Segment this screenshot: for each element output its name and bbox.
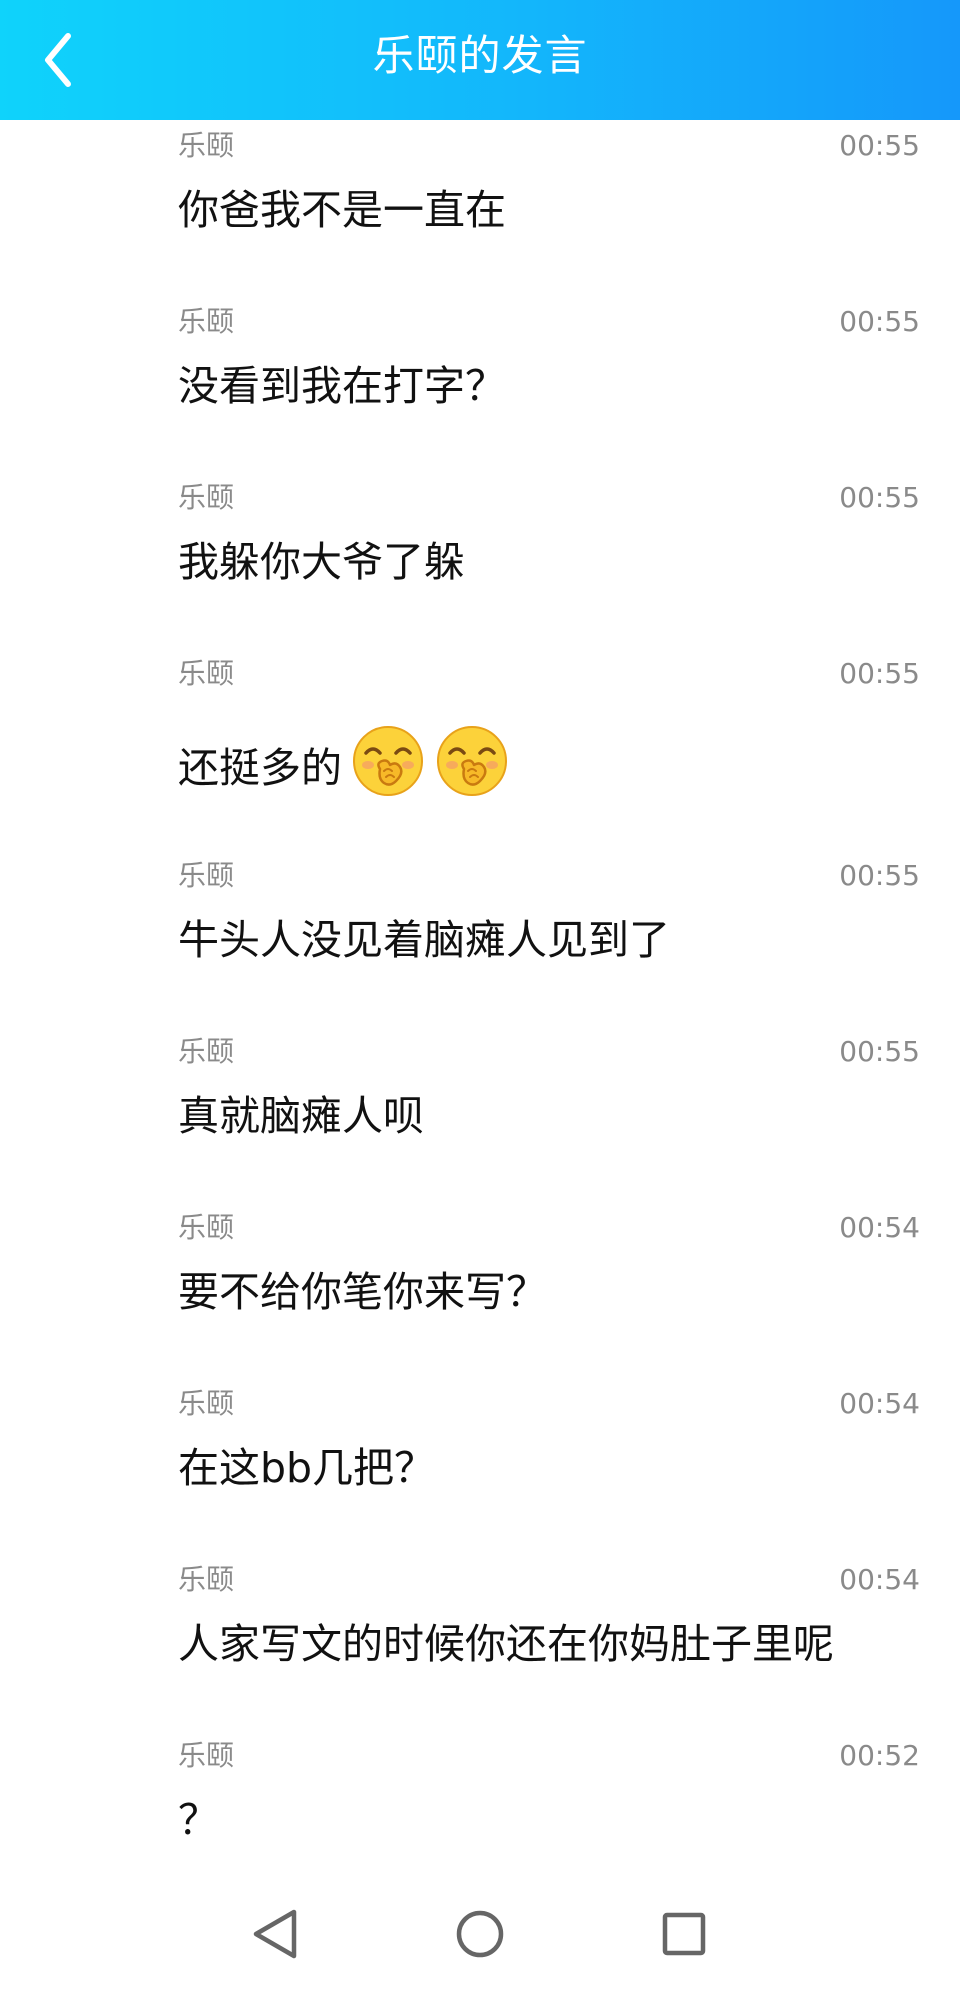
message-text: 没看到我在打字？ bbox=[178, 362, 506, 410]
message-time: 00:54 bbox=[839, 1563, 920, 1596]
message-author: 乐颐 bbox=[178, 859, 235, 892]
message-text: 要不给你笔你来写？ bbox=[178, 1268, 547, 1316]
message-author: 乐颐 bbox=[178, 481, 235, 514]
message-author: 乐颐 bbox=[178, 129, 235, 162]
message-time: 00:54 bbox=[839, 1387, 920, 1420]
circle-home-icon bbox=[456, 1910, 504, 1958]
message-time: 00:55 bbox=[839, 305, 920, 338]
nav-back-button[interactable] bbox=[236, 1894, 316, 1974]
message-author: 乐颐 bbox=[178, 657, 235, 690]
message-time: 00:55 bbox=[839, 481, 920, 514]
message-text: ？ bbox=[178, 1796, 219, 1844]
system-nav-bar bbox=[0, 1880, 960, 2000]
message-time: 00:55 bbox=[839, 859, 920, 892]
message-text-with-emoji: 还挺多的 bbox=[178, 726, 510, 799]
giggle-emoji-icon bbox=[350, 723, 426, 799]
message-time: 00:55 bbox=[839, 129, 920, 162]
message-author: 乐颐 bbox=[178, 1387, 235, 1420]
nav-recents-button[interactable] bbox=[644, 1894, 724, 1974]
title-bar: 乐颐的发言 bbox=[0, 0, 960, 120]
triangle-back-icon bbox=[253, 1909, 297, 1959]
message-author: 乐颐 bbox=[178, 1563, 235, 1596]
giggle-emoji-icon bbox=[434, 723, 510, 799]
message-author: 乐颐 bbox=[178, 1211, 235, 1244]
message-text: 你爸我不是一直在 bbox=[178, 186, 506, 234]
square-recents-icon bbox=[662, 1912, 706, 1956]
message-author: 乐颐 bbox=[178, 1035, 235, 1068]
message-time: 00:54 bbox=[839, 1211, 920, 1244]
message-text: 真就脑瘫人呗 bbox=[178, 1092, 424, 1140]
message-text: 在这bb几把？ bbox=[178, 1444, 436, 1492]
message-time: 00:55 bbox=[839, 1035, 920, 1068]
nav-home-button[interactable] bbox=[440, 1894, 520, 1974]
back-button[interactable] bbox=[30, 22, 100, 98]
chevron-left-icon bbox=[45, 33, 71, 87]
message-text: 牛头人没见着脑瘫人见到了 bbox=[178, 916, 670, 964]
message-time: 00:55 bbox=[839, 657, 920, 690]
message-text: 还挺多的 bbox=[178, 744, 342, 792]
message-author: 乐颐 bbox=[178, 305, 235, 338]
message-author: 乐颐 bbox=[178, 1739, 235, 1772]
page-title: 乐颐的发言 bbox=[372, 31, 588, 80]
message-text: 我躲你大爷了躲 bbox=[178, 538, 465, 586]
message-text: 人家写文的时候你还在你妈肚子里呢 bbox=[178, 1620, 834, 1668]
message-time: 00:52 bbox=[839, 1739, 920, 1772]
screen: 乐颐的发言 乐颐 00:55 你爸我不是一直在 乐颐 00:55 没看到我在打字… bbox=[0, 0, 960, 2000]
